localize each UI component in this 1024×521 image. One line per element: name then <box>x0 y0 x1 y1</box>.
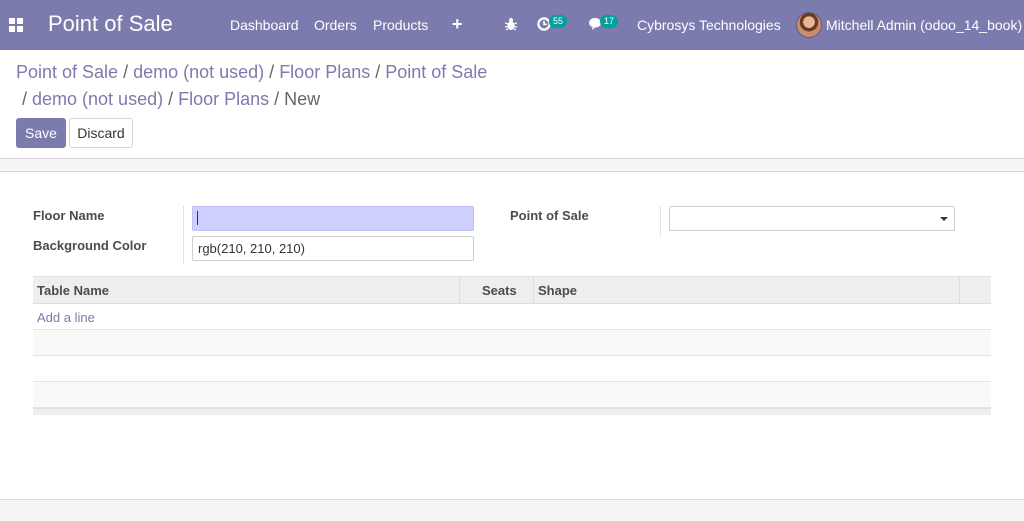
breadcrumb-item-point-of-sale[interactable]: Point of Sale <box>16 62 118 82</box>
activity-count-badge: 55 <box>549 15 568 28</box>
breadcrumb-line-2: / demo (not used) / Floor Plans / New <box>17 89 320 110</box>
label-divider-2 <box>660 206 661 236</box>
table-row <box>33 356 991 382</box>
app-title[interactable]: Point of Sale <box>48 11 173 37</box>
breadcrumb-separator: / <box>123 62 129 82</box>
breadcrumb-separator: / <box>274 89 280 109</box>
breadcrumb-current: New <box>284 89 321 109</box>
plus-icon[interactable]: + <box>452 14 463 35</box>
message-count-badge: 17 <box>600 15 619 28</box>
column-table-name[interactable]: Table Name <box>37 283 109 298</box>
floor-name-input[interactable] <box>192 206 474 231</box>
menu-products[interactable]: Products <box>373 17 428 33</box>
user-avatar[interactable] <box>796 12 822 38</box>
breadcrumb-separator: / <box>22 89 28 109</box>
table-row: Add a line <box>33 304 991 330</box>
bug-icon[interactable] <box>505 17 517 31</box>
caret-down-icon[interactable] <box>940 217 948 221</box>
company-switcher[interactable]: Cybrosys Technologies <box>637 17 781 33</box>
main-navbar: Point of Sale Dashboard Orders Products … <box>0 0 1024 50</box>
background-color-input[interactable] <box>192 236 474 261</box>
background-color-label: Background Color <box>33 238 147 253</box>
save-button[interactable]: Save <box>16 118 66 148</box>
column-divider[interactable] <box>459 277 460 304</box>
floor-name-label: Floor Name <box>33 208 105 223</box>
bottom-separator <box>0 499 1024 521</box>
control-panel-separator <box>0 158 1024 172</box>
breadcrumb-separator: / <box>168 89 174 109</box>
column-shape[interactable]: Shape <box>538 283 577 298</box>
label-divider <box>183 206 184 264</box>
column-divider[interactable] <box>959 277 960 304</box>
text-caret <box>197 211 198 225</box>
menu-orders[interactable]: Orders <box>314 17 357 33</box>
breadcrumb-item-floor-plans[interactable]: Floor Plans <box>279 62 370 82</box>
column-divider[interactable] <box>533 277 534 304</box>
discard-button[interactable]: Discard <box>69 118 133 148</box>
user-menu[interactable]: Mitchell Admin (odoo_14_book) <box>826 17 1022 33</box>
tables-list-header: Table Name Seats Shape <box>33 276 991 304</box>
tables-list-footer <box>33 408 991 415</box>
breadcrumb-item-demo[interactable]: demo (not used) <box>133 62 264 82</box>
breadcrumb-item-demo-2[interactable]: demo (not used) <box>32 89 163 109</box>
add-a-line-link[interactable]: Add a line <box>37 310 95 325</box>
menu-dashboard[interactable]: Dashboard <box>230 17 299 33</box>
table-row <box>33 330 991 356</box>
breadcrumb-separator: / <box>269 62 275 82</box>
breadcrumb-item-floor-plans-2[interactable]: Floor Plans <box>178 89 269 109</box>
point-of-sale-select[interactable] <box>669 206 955 231</box>
breadcrumb-separator: / <box>375 62 381 82</box>
column-seats[interactable]: Seats <box>482 283 517 298</box>
table-row <box>33 382 991 408</box>
apps-menu-icon[interactable] <box>9 18 23 32</box>
point-of-sale-label: Point of Sale <box>510 208 589 223</box>
breadcrumb: Point of Sale / demo (not used) / Floor Plan… <box>16 62 487 83</box>
breadcrumb-item-point-of-sale-2[interactable]: Point of Sale <box>385 62 487 82</box>
